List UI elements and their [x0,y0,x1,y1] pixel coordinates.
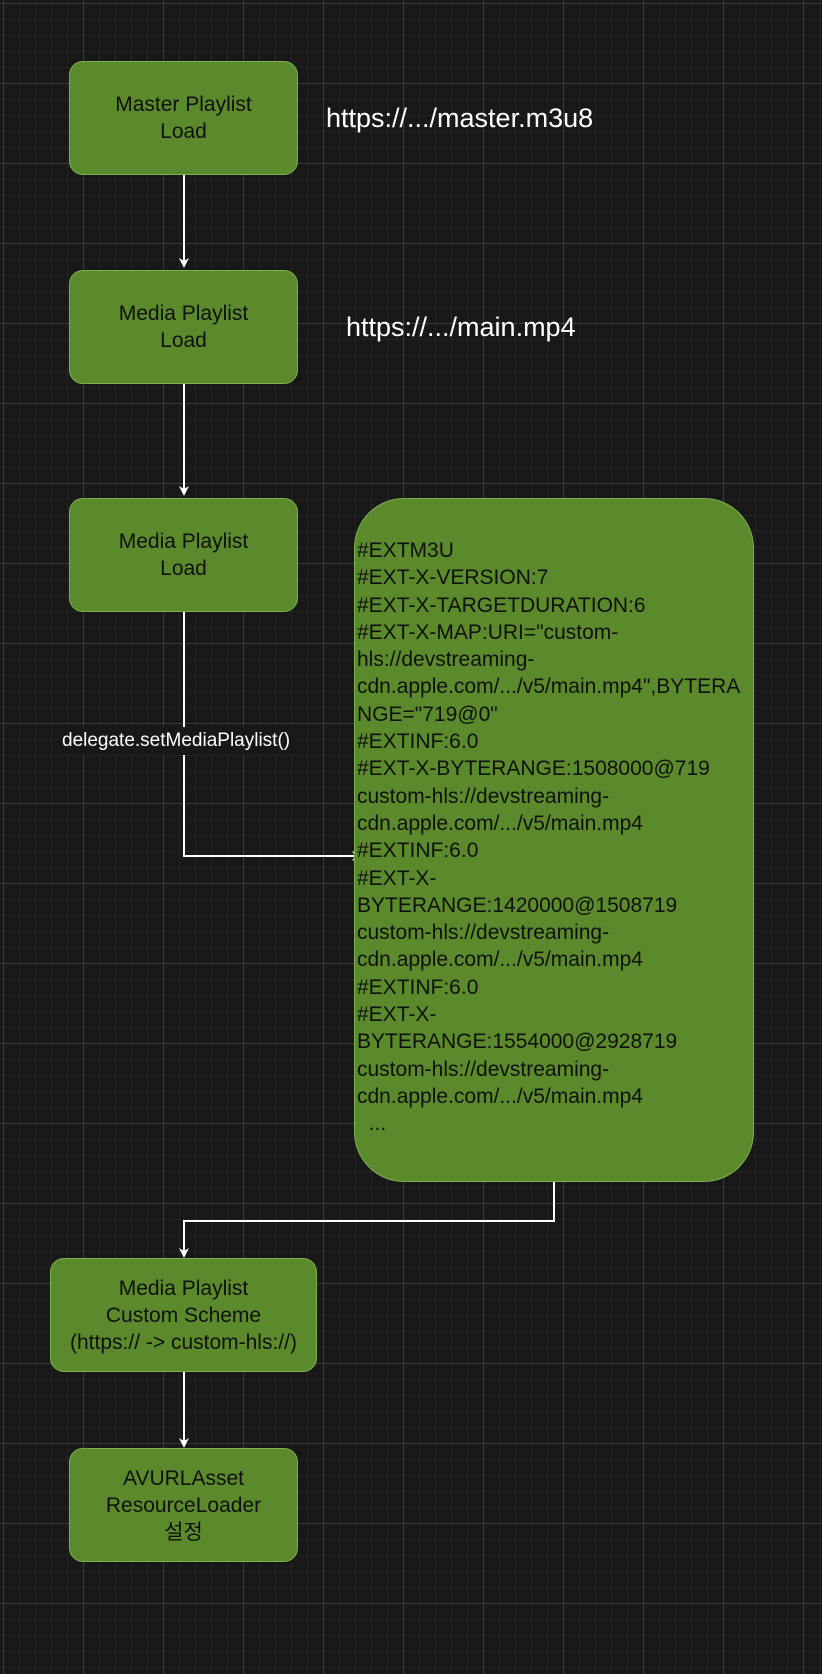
arrow-playlist-to-custom-scheme [179,1182,555,1258]
playlist-content-text: #EXTM3U #EXT-X-VERSION:7 #EXT-X-TARGETDU… [357,539,741,1136]
media-playlist-content-node: #EXTM3U #EXT-X-VERSION:7 #EXT-X-TARGETDU… [354,498,754,1182]
avurlasset-resourceloader-node: AVURLAsset ResourceLoader 설정 [69,1448,298,1562]
delegate-edge-label: delegate.setMediaPlaylist() [60,727,293,755]
media-url-label: https://.../main.mp4 [346,312,576,342]
media-playlist-load-node-2: Media Playlist Load [69,498,298,612]
master-playlist-load-node: Master Playlist Load [69,61,298,175]
diagram-canvas: Master Playlist Load https://.../master.… [0,0,822,1674]
media-playlist-load-node-1: Media Playlist Load [69,270,298,384]
custom-scheme-node: Media Playlist Custom Scheme (https:// -… [50,1258,317,1372]
master-url-label: https://.../master.m3u8 [326,103,594,133]
